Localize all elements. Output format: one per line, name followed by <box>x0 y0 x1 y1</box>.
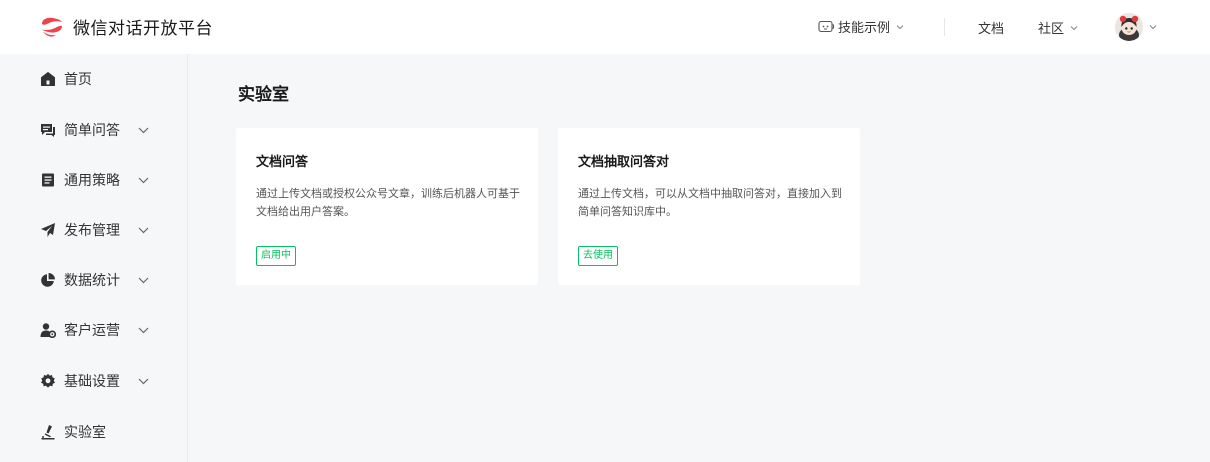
pie-chart-icon <box>41 273 55 287</box>
top-header: 微信对话开放平台 技能示例 文档 社区 <box>0 0 1210 54</box>
sidebar-item-publish[interactable]: 发布管理 <box>40 218 170 242</box>
sidebar-item-basic-settings[interactable]: 基础设置 <box>40 369 170 393</box>
avatar <box>1115 13 1143 41</box>
sidebar: 首页 简单问答 通用策略 发布管理 数据统计 客户运营 基础设置 实验室 <box>0 54 188 462</box>
chevron-down-icon <box>138 378 149 385</box>
flask-icon <box>41 425 55 440</box>
chevron-down-icon <box>138 177 149 184</box>
document-icon <box>42 173 54 187</box>
sidebar-item-label: 实验室 <box>64 425 106 441</box>
sidebar-item-statistics[interactable]: 数据统计 <box>40 268 170 292</box>
gear-icon <box>41 373 55 388</box>
chat-icon <box>41 124 55 137</box>
nav-divider <box>944 18 945 36</box>
sidebar-item-label: 简单问答 <box>64 123 120 139</box>
paper-plane-icon <box>41 223 55 237</box>
user-settings-icon <box>40 323 56 338</box>
brand-logo-icon <box>42 17 62 37</box>
nav-skills-label: 技能示例 <box>838 21 891 36</box>
chevron-down-icon <box>138 277 149 284</box>
card-description: 通过上传文档，可以从文档中抽取问答对，直接加入到简单问答知识库中。 <box>578 187 842 218</box>
robot-icon <box>818 20 834 32</box>
card-description: 通过上传文档或授权公众号文章，训练后机器人可基于文档给出用户答案。 <box>256 187 520 218</box>
chevron-down-icon <box>138 327 149 334</box>
sidebar-item-label: 通用策略 <box>64 173 120 189</box>
lab-card-qa-extraction[interactable]: 文档抽取问答对 通过上传文档，可以从文档中抽取问答对，直接加入到简单问答知识库中… <box>558 128 860 285</box>
brand-name: 微信对话开放平台 <box>73 19 213 39</box>
card-title: 文档抽取问答对 <box>578 155 670 170</box>
sidebar-item-simple-qa[interactable]: 简单问答 <box>40 118 170 142</box>
chevron-down-icon <box>138 227 149 234</box>
use-button[interactable]: 去使用 <box>578 246 618 266</box>
sidebar-item-label: 发布管理 <box>64 223 120 239</box>
chevron-down-icon <box>1070 25 1078 30</box>
sidebar-item-label: 基础设置 <box>64 374 120 390</box>
nav-docs-link[interactable]: 文档 <box>978 18 1004 37</box>
sidebar-item-general-strategy[interactable]: 通用策略 <box>40 168 170 192</box>
page-title: 实验室 <box>238 85 289 105</box>
sidebar-item-lab[interactable]: 实验室 <box>40 420 170 444</box>
avatar-image <box>1115 13 1143 41</box>
status-badge-enabled[interactable]: 启用中 <box>256 246 296 266</box>
sidebar-item-label: 首页 <box>64 72 92 88</box>
sidebar-item-home[interactable]: 首页 <box>40 67 170 91</box>
sidebar-item-customer-ops[interactable]: 客户运营 <box>40 318 170 342</box>
card-title: 文档问答 <box>256 155 309 170</box>
chevron-down-icon <box>138 127 149 134</box>
nav-community-dropdown[interactable]: 社区 <box>1038 18 1078 37</box>
lab-card-document-qa[interactable]: 文档问答 通过上传文档或授权公众号文章，训练后机器人可基于文档给出用户答案。 启… <box>236 128 538 285</box>
sidebar-item-label: 数据统计 <box>64 273 120 289</box>
chevron-down-icon <box>1149 25 1157 30</box>
user-menu[interactable] <box>1115 13 1157 41</box>
nav-skills-dropdown[interactable]: 技能示例 <box>818 17 904 36</box>
nav-community-label: 社区 <box>1038 22 1065 37</box>
brand[interactable]: 微信对话开放平台 <box>40 14 213 39</box>
chevron-down-icon <box>896 24 904 29</box>
sidebar-item-label: 客户运营 <box>64 323 120 339</box>
home-icon <box>41 72 55 86</box>
